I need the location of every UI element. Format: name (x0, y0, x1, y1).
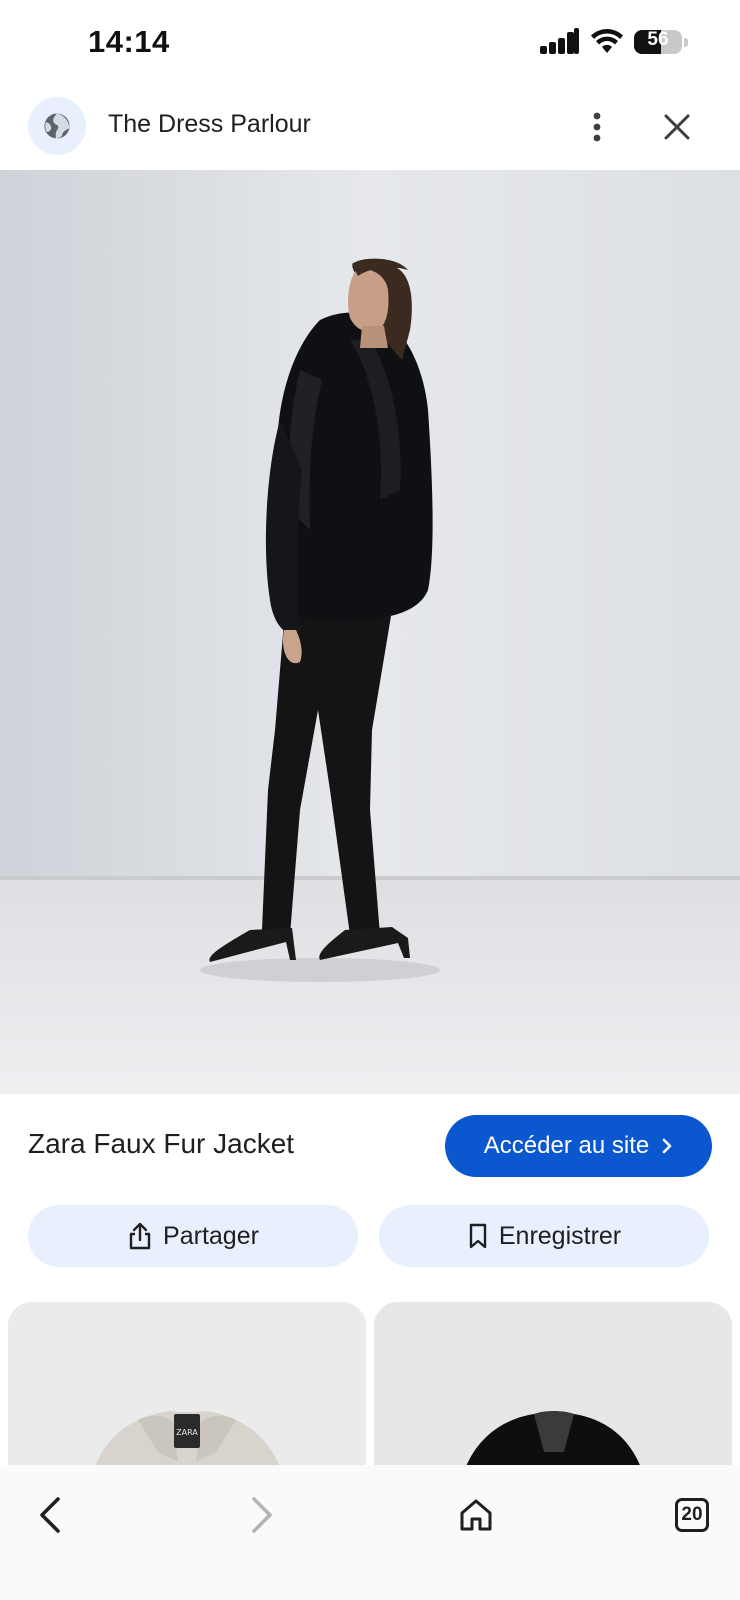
forward-button[interactable] (232, 1485, 292, 1545)
back-button[interactable] (20, 1485, 80, 1545)
save-button[interactable]: Enregistrer (379, 1205, 709, 1267)
share-button[interactable]: Partager (28, 1205, 358, 1267)
bookmark-icon (469, 1223, 487, 1249)
battery-icon: 56 (634, 28, 688, 56)
brand-tag: ZARA (176, 1428, 198, 1437)
main-product-image[interactable] (0, 170, 740, 1094)
globe-icon (28, 97, 86, 155)
chevron-right-icon (662, 1138, 672, 1154)
tabs-button[interactable]: 20 (662, 1485, 722, 1545)
home-button[interactable] (446, 1485, 506, 1545)
back-icon (40, 1497, 60, 1533)
more-options-button[interactable] (572, 102, 622, 152)
wifi-icon (590, 29, 624, 55)
product-title: Zara Faux Fur Jacket (28, 1128, 295, 1159)
save-label: Enregistrer (498, 1221, 622, 1250)
share-label: Partager (163, 1221, 259, 1250)
tab-count: 20 (681, 1504, 703, 1525)
forward-icon (252, 1497, 272, 1533)
battery-level: 56 (647, 29, 669, 50)
status-icons: 56 (540, 28, 688, 56)
site-title[interactable]: The Dress Parlour (108, 110, 311, 139)
visit-site-label: Accéder au site (483, 1132, 650, 1159)
status-time: 14:14 (88, 24, 170, 59)
home-icon (460, 1499, 492, 1531)
close-button[interactable] (652, 102, 702, 152)
share-icon (129, 1222, 151, 1250)
visit-site-button[interactable]: Accéder au site (445, 1115, 712, 1177)
more-vertical-icon (593, 112, 601, 142)
tabs-icon: 20 (675, 1498, 709, 1532)
bottom-nav: 20 (0, 1465, 740, 1600)
site-header: The Dress Parlour (0, 84, 740, 170)
close-icon (664, 114, 690, 140)
status-bar: 14:14 56 (0, 0, 740, 84)
signal-icon (540, 28, 580, 56)
